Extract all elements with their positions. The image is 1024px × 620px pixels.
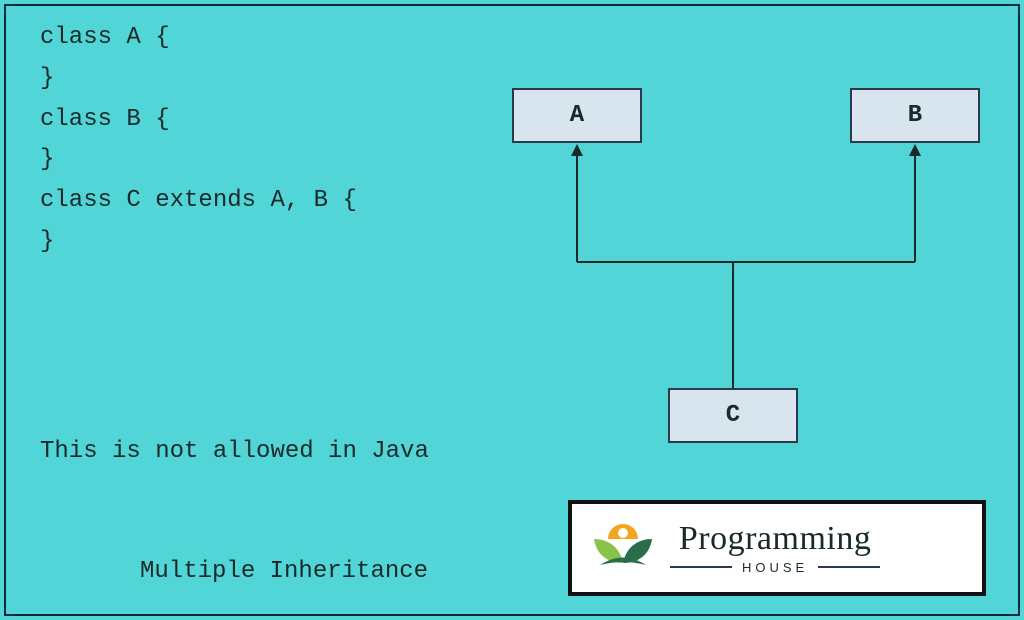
class-label: B: [908, 102, 922, 129]
leaf-sun-icon: [590, 515, 656, 581]
code-line: }: [40, 140, 480, 181]
brand-subtitle: HOUSE: [670, 560, 880, 575]
code-line: class B {: [40, 100, 480, 141]
class-box-c: C: [668, 388, 798, 443]
brand-name: Programming: [679, 522, 871, 556]
warning-text: This is not allowed in Java: [40, 438, 429, 465]
class-label: A: [570, 102, 584, 129]
brand-logo-card: Programming HOUSE: [568, 500, 986, 596]
class-label: C: [726, 402, 740, 429]
code-block: class A { } class B { } class C extends …: [40, 18, 480, 263]
brand-sub-word: HOUSE: [742, 560, 808, 575]
divider-line: [818, 566, 880, 568]
code-line: class C extends A, B {: [40, 181, 480, 222]
code-line: }: [40, 59, 480, 100]
divider-line: [670, 566, 732, 568]
code-line: }: [40, 222, 480, 263]
brand-text: Programming HOUSE: [670, 522, 880, 575]
code-line: class A {: [40, 18, 480, 59]
diagram-caption: Multiple Inheritance: [140, 558, 428, 585]
class-box-b: B: [850, 88, 980, 143]
class-box-a: A: [512, 88, 642, 143]
